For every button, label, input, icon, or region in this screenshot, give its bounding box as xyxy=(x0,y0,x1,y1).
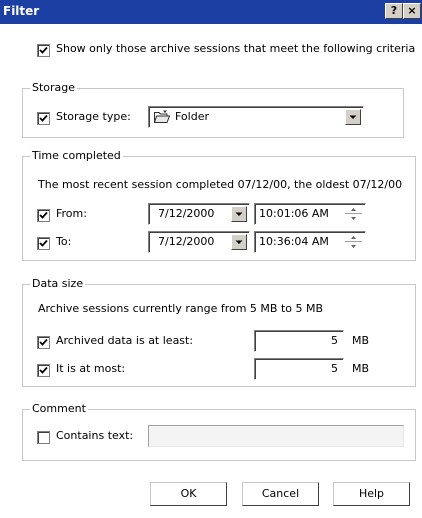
spin-down-icon[interactable] xyxy=(345,214,362,223)
at-most-checkbox[interactable] xyxy=(37,364,50,377)
title-bar: Filter ? × xyxy=(0,0,422,24)
at-least-input[interactable]: 5 xyxy=(254,330,344,352)
criteria-label: Show only those archive sessions that me… xyxy=(56,42,416,55)
at-most-value: 5 xyxy=(331,362,338,375)
check-icon xyxy=(39,366,48,374)
check-icon xyxy=(39,211,48,219)
help-button[interactable]: Help xyxy=(333,482,410,506)
at-least-label: Archived data is at least: xyxy=(56,334,194,347)
spin-up-icon[interactable] xyxy=(345,205,362,214)
to-label: To: xyxy=(56,235,72,248)
chevron-down-icon[interactable] xyxy=(231,234,247,250)
from-date-picker[interactable]: 7/12/2000 xyxy=(148,203,250,225)
at-most-input[interactable]: 5 xyxy=(254,358,344,380)
to-date-picker[interactable]: 7/12/2000 xyxy=(148,231,250,253)
from-label: From: xyxy=(56,207,87,220)
storage-type-dropdown[interactable]: Folder xyxy=(148,106,364,128)
at-least-checkbox[interactable] xyxy=(37,336,50,349)
spin-down-icon[interactable] xyxy=(345,242,362,251)
contains-text-label: Contains text: xyxy=(56,429,134,442)
close-button[interactable]: × xyxy=(403,3,421,19)
ok-button[interactable]: OK xyxy=(150,482,227,506)
data-size-group-label: Data size xyxy=(30,277,86,290)
cancel-button[interactable]: Cancel xyxy=(242,482,319,506)
window-title: Filter xyxy=(3,4,40,18)
criteria-checkbox[interactable] xyxy=(37,44,50,57)
from-time-field[interactable]: 10:01:06 AM xyxy=(254,203,366,225)
contains-text-input[interactable] xyxy=(148,425,404,447)
check-icon xyxy=(39,114,48,122)
check-icon xyxy=(39,338,48,346)
time-completed-group-label: Time completed xyxy=(30,149,123,162)
time-info-text: The most recent session completed 07/12/… xyxy=(38,178,403,191)
at-most-label: It is at most: xyxy=(56,362,126,375)
storage-type-checkbox[interactable] xyxy=(37,112,50,125)
from-time-spinner[interactable] xyxy=(345,205,362,223)
filter-dialog: Filter ? × Show only those archive sessi… xyxy=(0,0,422,518)
from-date-value: 7/12/2000 xyxy=(158,207,215,220)
to-checkbox[interactable] xyxy=(37,237,50,250)
to-date-value: 7/12/2000 xyxy=(158,235,215,248)
contains-text-checkbox[interactable] xyxy=(37,431,50,444)
spin-up-icon[interactable] xyxy=(345,233,362,242)
check-icon xyxy=(39,46,48,54)
at-least-value: 5 xyxy=(331,334,338,347)
data-size-info-text: Archive sessions currently range from 5 … xyxy=(38,302,324,315)
from-time-value: 10:01:06 AM xyxy=(259,207,329,220)
to-time-value: 10:36:04 AM xyxy=(259,235,329,248)
from-checkbox[interactable] xyxy=(37,209,50,222)
at-most-unit: MB xyxy=(352,362,370,375)
to-time-spinner[interactable] xyxy=(345,233,362,251)
check-icon xyxy=(39,239,48,247)
storage-group-label: Storage xyxy=(30,81,78,94)
comment-group-label: Comment xyxy=(30,402,88,415)
folder-icon xyxy=(154,110,170,123)
help-title-button[interactable]: ? xyxy=(385,3,403,19)
chevron-down-icon[interactable] xyxy=(231,206,247,222)
chevron-down-icon[interactable] xyxy=(345,109,361,125)
storage-type-value: Folder xyxy=(175,110,209,123)
to-time-field[interactable]: 10:36:04 AM xyxy=(254,231,366,253)
at-least-unit: MB xyxy=(352,334,370,347)
storage-type-label: Storage type: xyxy=(56,110,131,123)
